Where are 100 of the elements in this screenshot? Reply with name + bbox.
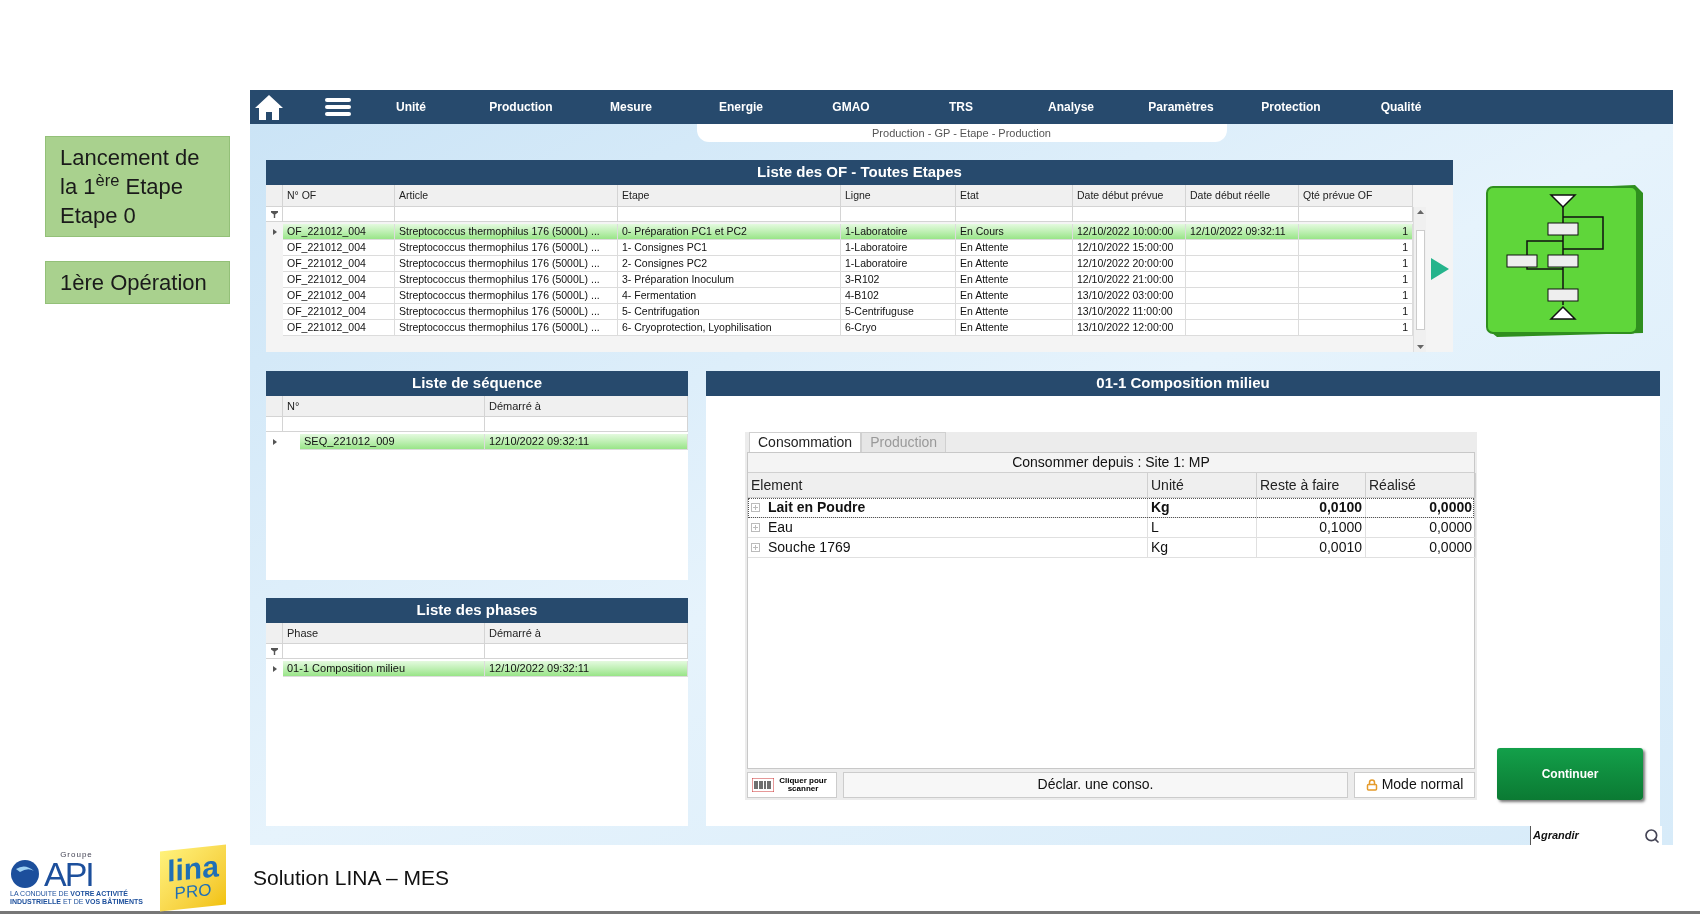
table-cell-text: Streptococcus thermophilus 176 (5000L) ... bbox=[399, 239, 600, 255]
expand-icon[interactable] bbox=[751, 523, 760, 532]
table-cell-text: 4-B102 bbox=[845, 287, 879, 303]
table-cell-text: 1 bbox=[1402, 287, 1408, 303]
column-header[interactable]: Réalisé bbox=[1366, 473, 1476, 498]
column-header[interactable]: Unité bbox=[1148, 473, 1257, 498]
table-cell-text: Lait en Poudre bbox=[768, 498, 866, 517]
scroll-up-icon[interactable] bbox=[1416, 210, 1424, 214]
nav-item[interactable]: GMAO bbox=[796, 98, 906, 116]
table-cell-text: 13/10/2022 11:00:00 bbox=[1077, 303, 1173, 319]
table-cell-text: 12/10/2022 09:32:11 bbox=[489, 661, 590, 677]
panel-header: Liste des OF - Toutes Etapes bbox=[266, 160, 1453, 185]
tab[interactable]: Consommation bbox=[749, 432, 862, 452]
table-row[interactable]: Lait en Poudre Kg 0,0100 0,0000 bbox=[748, 498, 1474, 518]
table-row[interactable]: Souche 1769 Kg 0,0010 0,0000 bbox=[748, 538, 1474, 558]
scan-button[interactable]: Cliquer pour scanner bbox=[747, 771, 837, 798]
table-cell-text: 1- Consignes PC1 bbox=[622, 239, 708, 255]
scroll-down-icon[interactable] bbox=[1416, 345, 1424, 349]
search-icon[interactable] bbox=[1644, 827, 1660, 844]
scroll-thumb[interactable] bbox=[1415, 229, 1425, 330]
callout-label: 1ère Opération bbox=[45, 261, 230, 304]
table-cell-text: En Attente bbox=[960, 255, 1009, 271]
table-row[interactable]: OF_221012_004 Streptococcus thermophilus 176 (5000L) ... 0- Préparation PC1 et PC2 1-Laboratoire En Cours 12/10/2022 10:00:00 12/10/2022 09:32:11 1 bbox=[283, 224, 1413, 240]
table-cell-text: 0,1000 bbox=[1319, 518, 1362, 537]
filter-icon[interactable] bbox=[270, 647, 278, 655]
nav-item[interactable]: Analyse bbox=[1016, 98, 1126, 116]
table-cell-text: 6-Cryo bbox=[845, 319, 877, 335]
nav-item[interactable]: Mesure bbox=[576, 98, 686, 116]
table-cell-text: OF_221012_004 bbox=[287, 303, 366, 319]
table-row[interactable]: OF_221012_004 Streptococcus thermophilus 176 (5000L) ... 1- Consignes PC1 1-Laboratoire En Attente 12/10/2022 15:00:00 1 bbox=[283, 240, 1413, 256]
declare-field[interactable]: Déclar. une conso. bbox=[843, 771, 1348, 798]
column-header[interactable]: Reste à faire bbox=[1257, 473, 1366, 498]
table-cell-text: 5-Centrifuguse bbox=[845, 303, 914, 319]
table-cell-text: 1 bbox=[1402, 223, 1408, 239]
table-cell-text: 0,0010 bbox=[1319, 538, 1362, 557]
nav-item[interactable]: Paramètres bbox=[1126, 98, 1236, 116]
table-cell-text: 0,0000 bbox=[1429, 518, 1472, 537]
table-cell-text: OF_221012_004 bbox=[287, 239, 366, 255]
nav-item[interactable]: TRS bbox=[906, 98, 1016, 116]
nav-item[interactable]: Qualité bbox=[1346, 98, 1456, 116]
continue-button[interactable]: Continuer bbox=[1497, 748, 1643, 800]
table-cell-text: 12/10/2022 10:00:00 bbox=[1077, 223, 1174, 239]
panel-header: 01-1 Composition milieu bbox=[706, 371, 1660, 396]
nav-item[interactable]: Production bbox=[466, 98, 576, 116]
table-cell-text: Streptococcus thermophilus 176 (5000L) ... bbox=[399, 223, 600, 239]
table-cell-text: 1-Laboratoire bbox=[845, 239, 908, 255]
mode-button[interactable]: Mode normal bbox=[1354, 771, 1475, 798]
menu-icon[interactable] bbox=[325, 97, 351, 117]
table-cell-text: Kg bbox=[1151, 538, 1169, 557]
table-cell-text: 0- Préparation PC1 et PC2 bbox=[622, 223, 747, 239]
breadcrumb: Production - GP - Etape - Production bbox=[696, 124, 1227, 142]
slide-title: Solution LINA – MES bbox=[253, 865, 450, 892]
table-cell-text: OF_221012_004 bbox=[287, 319, 366, 335]
table-cell-text: 1 bbox=[1402, 239, 1408, 255]
nav-item[interactable]: Protection bbox=[1236, 98, 1346, 116]
flowchart-icon[interactable] bbox=[1483, 183, 1645, 339]
table-cell-text: 1 bbox=[1402, 319, 1408, 335]
panel-header: Liste des phases bbox=[266, 598, 688, 623]
table-row[interactable]: OF_221012_004 Streptococcus thermophilus 176 (5000L) ... 5- Centrifugation 5-Centrifuguse En Attente 13/10/2022 11:00:00 1 bbox=[283, 304, 1413, 320]
filter-row[interactable] bbox=[266, 417, 688, 432]
table-row[interactable]: OF_221012_004 Streptococcus thermophilus 176 (5000L) ... 4- Fermentation 4-B102 En Attente 13/10/2022 03:00:00 1 bbox=[283, 288, 1413, 304]
nav-item[interactable]: Energie bbox=[686, 98, 796, 116]
table-row[interactable]: OF_221012_004 Streptococcus thermophilus 176 (5000L) ... 2- Consignes PC2 1-Laboratoire En Attente 12/10/2022 20:00:00 1 bbox=[283, 256, 1413, 272]
table-row[interactable]: SEQ_221012_009 12/10/2022 09:32:11 bbox=[300, 434, 688, 450]
triangle-arrow-icon[interactable] bbox=[1430, 257, 1449, 280]
zoom-field[interactable]: Agrandir bbox=[1530, 826, 1662, 845]
table-row[interactable]: Eau L 0,1000 0,0000 bbox=[748, 518, 1474, 538]
table-cell-text: OF_221012_004 bbox=[287, 287, 366, 303]
table-cell-text: 1 bbox=[1402, 303, 1408, 319]
table-cell-text: En Attente bbox=[960, 287, 1009, 303]
table-cell-text: 13/10/2022 12:00:00 bbox=[1077, 319, 1174, 335]
column-header[interactable]: Element bbox=[748, 473, 1148, 498]
table-cell-text: Streptococcus thermophilus 176 (5000L) ... bbox=[399, 255, 600, 271]
table-row[interactable]: 01-1 Composition milieu 12/10/2022 09:32:11 bbox=[283, 661, 688, 677]
sphere-icon bbox=[10, 858, 40, 889]
table-cell-text: OF_221012_004 bbox=[287, 223, 366, 239]
table-cell-text: 0,0100 bbox=[1319, 498, 1362, 517]
table-row[interactable]: OF_221012_004 Streptococcus thermophilus 176 (5000L) ... 6- Cryoprotection, Lyophilisation 6-Cryo En Attente 13/10/2022 12:00:00 1 bbox=[283, 320, 1413, 336]
row-pointer-icon bbox=[272, 229, 277, 235]
expand-icon[interactable] bbox=[751, 503, 760, 512]
table-cell-text: 12/10/2022 09:32:11 bbox=[1190, 223, 1286, 239]
table-cell-text: En Attente bbox=[960, 319, 1009, 335]
table-cell-text: 13/10/2022 03:00:00 bbox=[1077, 287, 1174, 303]
table-cell-text: 0,0000 bbox=[1429, 498, 1472, 517]
source-label: Consommer depuis : Site 1: MP bbox=[748, 453, 1474, 473]
table-cell-text: En Cours bbox=[960, 223, 1004, 239]
table-cell-text: Eau bbox=[768, 518, 793, 537]
home-icon[interactable] bbox=[253, 93, 285, 121]
table-row[interactable]: OF_221012_004 Streptococcus thermophilus 176 (5000L) ... 3- Préparation Inoculum 3-R102 En Attente 12/10/2022 21:00:00 1 bbox=[283, 272, 1413, 288]
table-cell-text: 1 bbox=[1402, 271, 1408, 287]
callout-label: Lancement de la 1$^{ère}$ Etape Etape 0 bbox=[45, 136, 230, 237]
expand-icon[interactable] bbox=[751, 543, 760, 552]
table-cell-text: 3- Préparation Inoculum bbox=[622, 271, 735, 287]
table-cell-text: SEQ_221012_009 bbox=[304, 434, 395, 450]
filter-icon[interactable] bbox=[270, 210, 278, 218]
scrollbar[interactable] bbox=[1413, 207, 1426, 352]
lock-icon bbox=[1365, 778, 1378, 791]
nav-item[interactable]: Unité bbox=[356, 98, 466, 116]
table-cell-text: 1 bbox=[1402, 255, 1408, 271]
table-cell-text: Souche 1769 bbox=[768, 538, 851, 557]
